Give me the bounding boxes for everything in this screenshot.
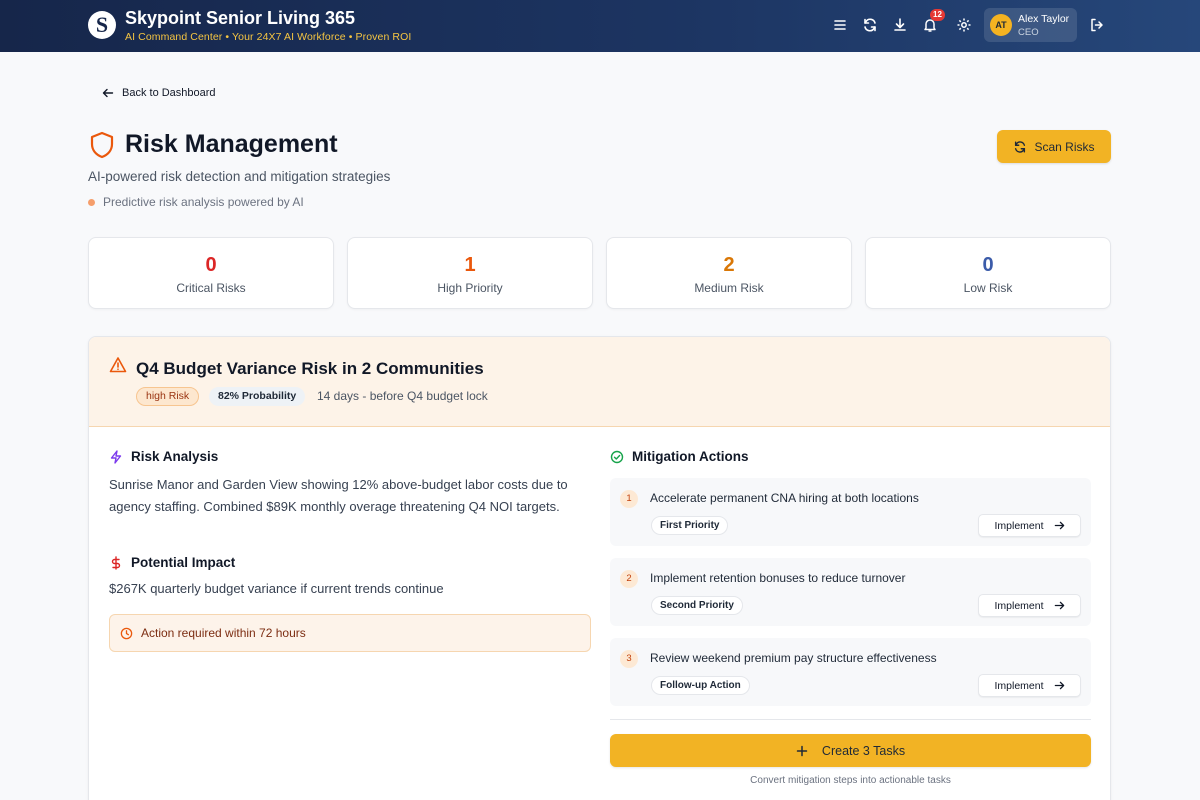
top-bar: S Skypoint Senior Living 365 AI Command … bbox=[0, 0, 1200, 52]
implement-button[interactable]: Implement bbox=[978, 674, 1081, 697]
clock-icon bbox=[120, 627, 133, 639]
warning-icon bbox=[109, 357, 127, 373]
user-menu[interactable]: AT Alex Taylor CEO bbox=[984, 8, 1077, 42]
refresh-icon bbox=[1015, 140, 1026, 153]
page-title: Risk Management bbox=[125, 130, 338, 158]
arrow-right-icon bbox=[1054, 601, 1064, 610]
dollar-icon bbox=[111, 555, 121, 570]
implement-button[interactable]: Implement bbox=[978, 514, 1081, 537]
risk-analysis-text: Sunrise Manor and Garden View showing 12… bbox=[109, 477, 568, 514]
priority-badge: Second Priority bbox=[651, 596, 743, 615]
action-required-alert: Action required within 72 hours bbox=[109, 614, 591, 652]
stat-value: 0 bbox=[982, 254, 994, 276]
mitigation-heading: Mitigation Actions bbox=[610, 449, 749, 464]
action-text: Accelerate permanent CNA hiring at both … bbox=[650, 491, 919, 505]
risk-analysis-label: Risk Analysis bbox=[131, 449, 219, 464]
arrow-right-icon bbox=[1054, 681, 1064, 690]
gear-icon[interactable] bbox=[955, 16, 973, 34]
risk-card-header: Q4 Budget Variance Risk in 2 Communities… bbox=[89, 337, 1110, 427]
back-to-dashboard-link[interactable]: Back to Dashboard bbox=[102, 87, 216, 99]
menu-icon[interactable] bbox=[831, 16, 849, 34]
shield-icon bbox=[90, 131, 114, 159]
mitigation-action: 3 Review weekend premium pay structure e… bbox=[610, 638, 1091, 706]
stat-value: 1 bbox=[464, 254, 476, 276]
logout-icon[interactable] bbox=[1088, 16, 1106, 34]
app-logo: S bbox=[88, 11, 116, 39]
implement-label: Implement bbox=[994, 679, 1044, 692]
mitigation-label: Mitigation Actions bbox=[632, 449, 749, 464]
action-number: 2 bbox=[620, 570, 638, 588]
arrow-left-icon bbox=[102, 88, 114, 98]
user-name: Alex Taylor bbox=[1018, 13, 1070, 25]
scan-risks-button[interactable]: Scan Risks bbox=[997, 130, 1111, 163]
create-tasks-label: Create 3 Tasks bbox=[821, 743, 906, 758]
stat-value: 0 bbox=[205, 254, 217, 276]
check-circle-icon bbox=[610, 450, 624, 463]
status-dot bbox=[88, 198, 95, 206]
risk-deadline: 14 days - before Q4 budget lock bbox=[317, 389, 488, 403]
action-required-text: Action required within 72 hours bbox=[141, 626, 306, 640]
stat-card-critical: 0 Critical Risks bbox=[88, 237, 334, 309]
action-text: Review weekend premium pay structure eff… bbox=[650, 651, 937, 665]
potential-impact-heading: Potential Impact bbox=[109, 555, 235, 570]
stat-label: High Priority bbox=[437, 281, 503, 295]
create-tasks-note: Convert mitigation steps into actionable… bbox=[750, 775, 951, 786]
scan-risks-label: Scan Risks bbox=[1034, 139, 1095, 154]
notification-badge: 12 bbox=[930, 9, 945, 21]
create-tasks-button[interactable]: Create 3 Tasks bbox=[610, 734, 1091, 767]
ai-note: Predictive risk analysis powered by AI bbox=[88, 195, 304, 209]
stat-label: Medium Risk bbox=[694, 281, 764, 295]
implement-label: Implement bbox=[994, 599, 1044, 612]
priority-badge: First Priority bbox=[651, 516, 729, 535]
lightning-icon bbox=[110, 449, 122, 464]
mitigation-action: 2 Implement retention bonuses to reduce … bbox=[610, 558, 1091, 626]
stat-card-low: 0 Low Risk bbox=[865, 237, 1111, 309]
arrow-right-icon bbox=[1054, 521, 1064, 530]
user-role: CEO bbox=[1018, 27, 1039, 38]
action-number: 3 bbox=[620, 650, 638, 668]
stat-value: 2 bbox=[723, 254, 735, 276]
page-subtitle: AI-powered risk detection and mitigation… bbox=[88, 169, 391, 184]
risk-card: Q4 Budget Variance Risk in 2 Communities… bbox=[88, 336, 1111, 800]
risk-level-badge: high Risk bbox=[136, 387, 200, 406]
download-icon[interactable] bbox=[891, 16, 909, 34]
action-text: Implement retention bonuses to reduce tu… bbox=[650, 571, 906, 585]
mitigation-action: 1 Accelerate permanent CNA hiring at bot… bbox=[610, 478, 1091, 546]
app-title: Skypoint Senior Living 365 bbox=[125, 8, 356, 28]
app-subtitle: AI Command Center • Your 24X7 AI Workfor… bbox=[125, 31, 412, 43]
action-number: 1 bbox=[620, 490, 638, 508]
risk-analysis-heading: Risk Analysis bbox=[109, 449, 218, 464]
potential-impact-text: $267K quarterly budget variance if curre… bbox=[109, 581, 444, 596]
divider bbox=[610, 719, 1091, 720]
avatar: AT bbox=[990, 14, 1012, 36]
stat-card-high: 1 High Priority bbox=[347, 237, 593, 309]
plus-icon bbox=[796, 745, 808, 756]
priority-badge: Follow-up Action bbox=[651, 676, 750, 695]
ai-note-text: Predictive risk analysis powered by AI bbox=[103, 195, 304, 209]
implement-button[interactable]: Implement bbox=[978, 594, 1081, 617]
stat-label: Critical Risks bbox=[176, 281, 246, 295]
refresh-icon[interactable] bbox=[861, 16, 879, 34]
implement-label: Implement bbox=[994, 519, 1044, 532]
risk-title: Q4 Budget Variance Risk in 2 Communities bbox=[136, 359, 484, 378]
potential-impact-label: Potential Impact bbox=[131, 555, 236, 570]
stat-label: Low Risk bbox=[963, 281, 1013, 295]
stat-card-medium: 2 Medium Risk bbox=[606, 237, 852, 309]
back-label: Back to Dashboard bbox=[122, 87, 216, 99]
bell-icon[interactable]: 12 bbox=[921, 9, 945, 34]
probability-badge: 82% Probability bbox=[209, 387, 306, 406]
